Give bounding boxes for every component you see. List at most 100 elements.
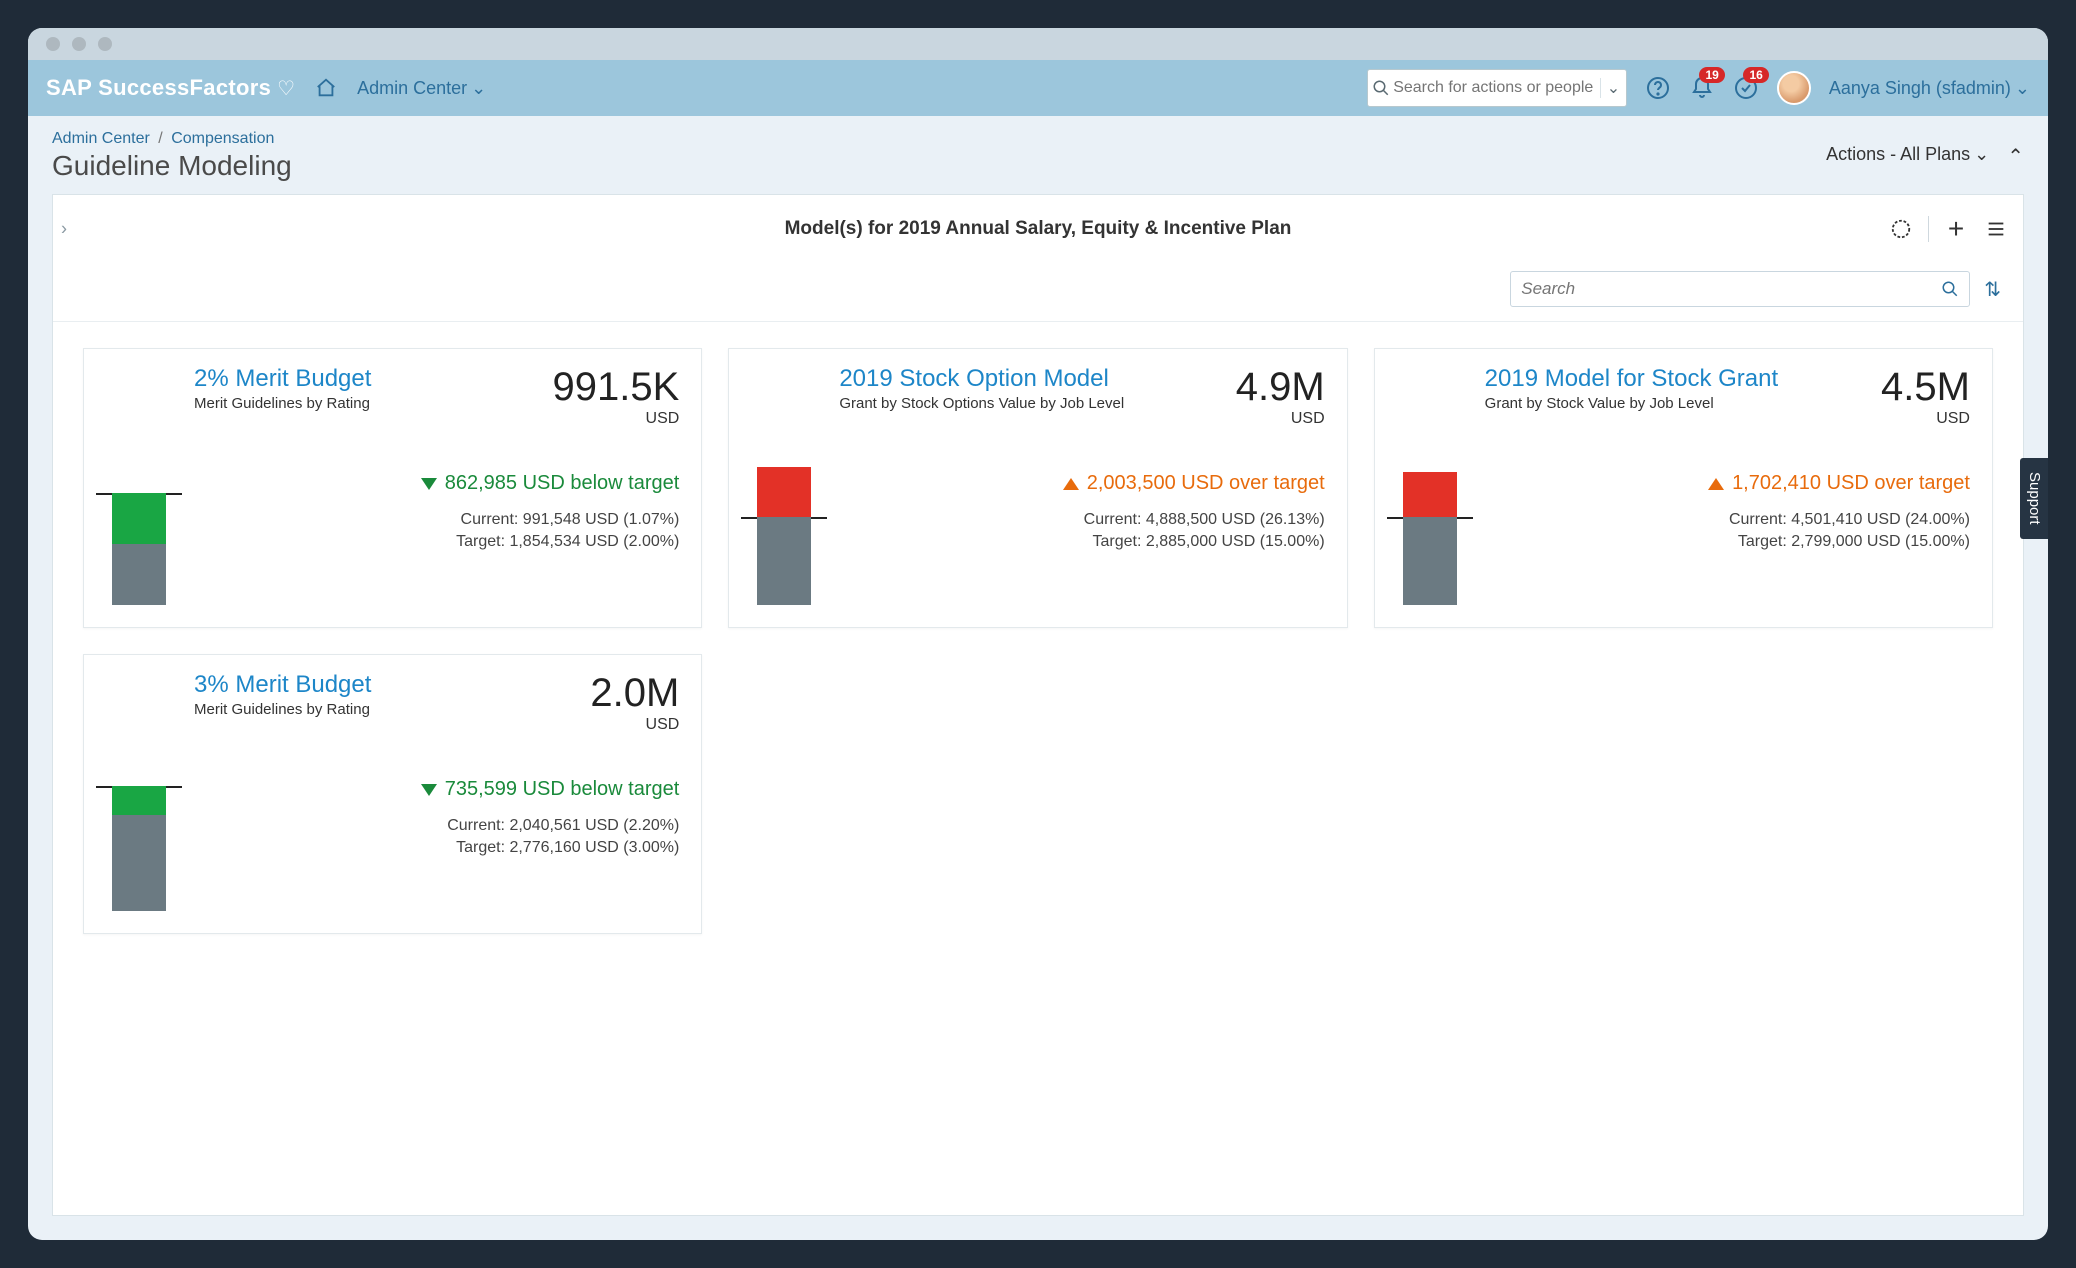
card-meta: Current: 4,501,410 USD (24.00%)Target: 2… [1485,509,1970,554]
user-menu[interactable]: Aanya Singh (sfadmin) ⌄ [1829,78,2030,99]
nav-label: Admin Center [357,78,467,99]
card-meta: Current: 991,548 USD (1.07%)Target: 1,85… [194,509,679,554]
actions-menu[interactable]: Actions - All Plans ⌄ [1826,144,1989,165]
support-tab[interactable]: Support [2020,458,2048,539]
notifications-badge: 19 [1699,67,1724,83]
breadcrumb: Admin Center / Compensation [52,130,292,148]
breadcrumb-sep: / [158,130,162,147]
breadcrumb-leaf[interactable]: Compensation [171,130,274,147]
current-value: Current: 991,548 USD (1.07%) [194,509,679,531]
chevron-down-icon: ⌄ [2015,78,2030,99]
panel-title: Model(s) for 2019 Annual Salary, Equity … [785,218,1292,240]
card-value: 2.0M [590,671,679,716]
triangle-up-icon [1708,478,1724,490]
delta-indicator: 2,003,500 USD over target [839,472,1324,495]
target-value: Target: 1,854,534 USD (2.00%) [194,531,679,553]
gauge [104,751,174,911]
card-title[interactable]: 2019 Stock Option Model [839,365,1235,393]
target-value: Target: 2,776,160 USD (3.00%) [194,837,679,859]
card-currency: USD [1236,410,1325,428]
panel-search-row: ⇅ [53,263,2023,322]
card-title[interactable]: 2019 Model for Stock Grant [1485,365,1881,393]
chevron-down-icon: ⌄ [471,78,486,99]
traffic-light-close[interactable] [46,37,60,51]
delta-indicator: 735,599 USD below target [194,778,679,801]
triangle-down-icon [421,784,437,796]
model-card[interactable]: 2019 Stock Option Model Grant by Stock Op… [728,348,1347,628]
card-currency: USD [553,410,680,428]
card-value: 4.9M [1236,365,1325,410]
target-value: Target: 2,885,000 USD (15.00%) [839,531,1324,553]
notifications-icon[interactable]: 19 [1689,75,1715,101]
card-subtitle: Merit Guidelines by Rating [194,395,553,412]
model-card[interactable]: 2% Merit Budget Merit Guidelines by Ratin… [83,348,702,628]
current-value: Current: 4,501,410 USD (24.00%) [1485,509,1970,531]
global-search[interactable]: ⌄ [1367,69,1627,107]
brand-text: SAP SuccessFactors [46,75,271,101]
search-icon[interactable] [1941,280,1959,298]
delta-indicator: 1,702,410 USD over target [1485,472,1970,495]
gauge [749,445,819,605]
gauge [1395,445,1465,605]
current-value: Current: 4,888,500 USD (26.13%) [839,509,1324,531]
app-window: SAP SuccessFactors ♡ Admin Center ⌄ ⌄ [28,28,2048,1240]
global-search-input[interactable] [1393,79,1600,97]
heart-icon: ♡ [277,76,295,101]
window-titlebar [28,28,2048,60]
refresh-icon[interactable] [1888,216,1914,242]
card-subtitle: Merit Guidelines by Rating [194,701,590,718]
card-title[interactable]: 3% Merit Budget [194,671,590,699]
search-icon [1368,79,1393,97]
card-meta: Current: 2,040,561 USD (2.20%)Target: 2,… [194,815,679,860]
models-grid: 2% Merit Budget Merit Guidelines by Ratin… [53,322,2023,960]
card-subtitle: Grant by Stock Options Value by Job Leve… [839,395,1235,412]
nav-admin-center[interactable]: Admin Center ⌄ [357,78,486,99]
card-subtitle: Grant by Stock Value by Job Level [1485,395,1881,412]
page-title: Guideline Modeling [52,150,292,182]
chevron-down-icon: ⌄ [1974,144,1989,165]
tool-divider [1928,216,1929,242]
card-currency: USD [590,716,679,734]
models-search[interactable] [1510,271,1970,307]
help-icon[interactable] [1645,75,1671,101]
sort-icon[interactable]: ⇅ [1984,277,2001,302]
triangle-up-icon [1063,478,1079,490]
search-dropdown[interactable]: ⌄ [1600,78,1626,98]
app-header: SAP SuccessFactors ♡ Admin Center ⌄ ⌄ [28,60,2048,116]
actions-label: Actions - All Plans [1826,144,1970,165]
avatar[interactable] [1777,71,1811,105]
delta-text: 1,702,410 USD over target [1732,472,1970,495]
tasks-badge: 16 [1743,67,1768,83]
card-title[interactable]: 2% Merit Budget [194,365,553,393]
brand: SAP SuccessFactors ♡ [46,75,295,101]
card-currency: USD [1881,410,1970,428]
gauge [104,445,174,605]
collapse-panel-icon[interactable]: ⌃ [2007,144,2024,169]
current-value: Current: 2,040,561 USD (2.20%) [194,815,679,837]
breadcrumb-root[interactable]: Admin Center [52,130,150,147]
panel-header: › Model(s) for 2019 Annual Salary, Equit… [53,195,2023,263]
target-value: Target: 2,799,000 USD (15.00%) [1485,531,1970,553]
delta-text: 862,985 USD below target [445,472,680,495]
models-panel: › Model(s) for 2019 Annual Salary, Equit… [52,194,2024,1216]
traffic-light-max[interactable] [98,37,112,51]
delta-text: 735,599 USD below target [445,778,680,801]
user-name: Aanya Singh (sfadmin) [1829,78,2011,99]
model-card[interactable]: 2019 Model for Stock Grant Grant by Stock… [1374,348,1993,628]
model-card[interactable]: 3% Merit Budget Merit Guidelines by Ratin… [83,654,702,934]
triangle-down-icon [421,478,437,490]
card-value: 4.5M [1881,365,1970,410]
page-subheader: Admin Center / Compensation Guideline Mo… [28,116,2048,190]
expand-left-icon[interactable]: › [57,215,71,244]
delta-text: 2,003,500 USD over target [1087,472,1325,495]
menu-icon[interactable] [1983,216,2009,242]
panel-tools: + [1888,216,2009,242]
traffic-light-min[interactable] [72,37,86,51]
tasks-icon[interactable]: 16 [1733,75,1759,101]
home-icon[interactable] [313,75,339,101]
card-value: 991.5K [553,365,680,410]
add-icon[interactable]: + [1943,216,1969,242]
models-search-input[interactable] [1521,279,1941,299]
card-meta: Current: 4,888,500 USD (26.13%)Target: 2… [839,509,1324,554]
delta-indicator: 862,985 USD below target [194,472,679,495]
